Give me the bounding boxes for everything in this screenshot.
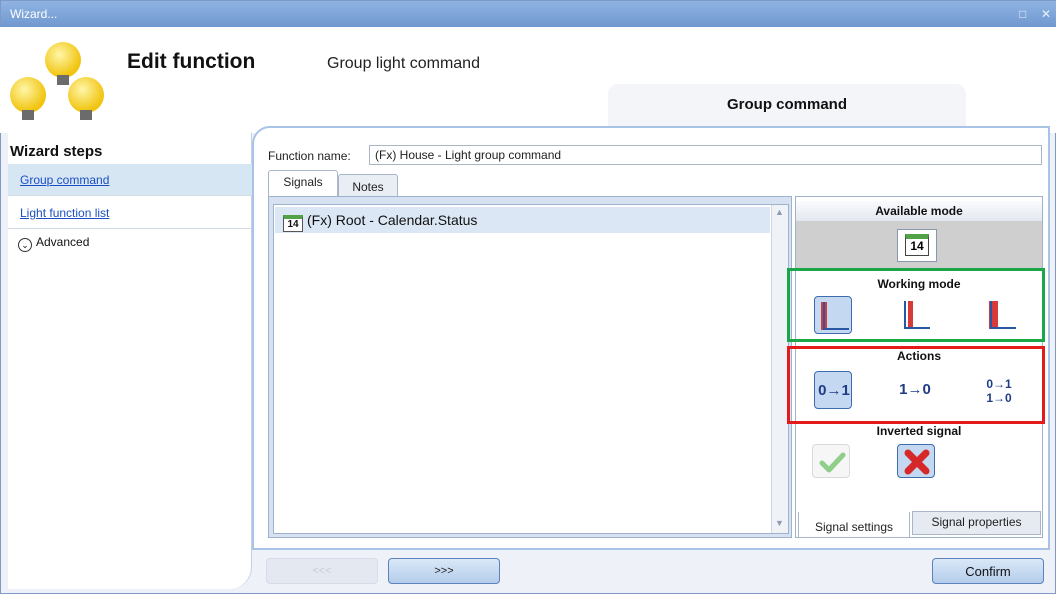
signal-list[interactable] xyxy=(273,204,789,534)
signal-label: (Fx) Root - Calendar.Status xyxy=(307,212,478,228)
calendar-icon: 14 xyxy=(905,234,929,256)
calendar-icon: 14 xyxy=(283,215,303,232)
list-item[interactable]: 14 (Fx) Root - Calendar.Status xyxy=(275,207,770,233)
sidebar-item-light-function-list[interactable]: Light function list xyxy=(8,197,252,229)
back-button[interactable]: <<< xyxy=(266,558,378,584)
page-subtitle: Group light command xyxy=(327,55,480,72)
scroll-up-icon[interactable]: ▲ xyxy=(775,207,784,217)
available-mode-button[interactable]: 14 xyxy=(897,229,937,262)
inverted-signal-title: Inverted signal xyxy=(876,424,962,438)
confirm-button[interactable]: Confirm xyxy=(932,558,1044,584)
sidebar-item-group-command[interactable]: Group command xyxy=(8,164,252,196)
advanced-toggle[interactable]: ⌄ Advanced xyxy=(18,235,89,252)
working-mode-highlight xyxy=(787,268,1045,342)
tab-signals[interactable]: Signals xyxy=(268,170,338,196)
tab-signal-settings[interactable]: Signal settings xyxy=(798,512,910,538)
inverted-yes-button[interactable] xyxy=(812,444,850,478)
available-mode-title: Available mode xyxy=(796,201,1042,221)
tab-signal-properties[interactable]: Signal properties xyxy=(912,511,1041,535)
function-name-input[interactable] xyxy=(369,145,1042,165)
advanced-label: Advanced xyxy=(36,235,90,249)
light-bulbs-icon xyxy=(10,42,104,120)
scrollbar[interactable]: ▲ ▼ xyxy=(771,205,788,533)
cross-icon xyxy=(904,449,930,475)
scroll-down-icon[interactable]: ▼ xyxy=(775,518,784,528)
checkmark-icon xyxy=(819,452,846,473)
close-icon[interactable]: ✕ xyxy=(1041,7,1051,21)
function-name-label: Function name: xyxy=(268,149,351,163)
restore-icon[interactable]: □ xyxy=(1019,7,1026,21)
tab-notes[interactable]: Notes xyxy=(338,174,398,196)
actions-highlight xyxy=(787,346,1045,424)
sidebar-title: Wizard steps xyxy=(10,143,103,160)
next-button[interactable]: >>> xyxy=(388,558,500,584)
title-bar: Wizard... □ ✕ xyxy=(1,1,1056,28)
page-title: Edit function xyxy=(127,50,256,73)
inverted-no-button[interactable] xyxy=(897,444,935,478)
chevron-down-icon: ⌄ xyxy=(18,238,32,252)
window-title: Wizard... xyxy=(10,7,58,21)
